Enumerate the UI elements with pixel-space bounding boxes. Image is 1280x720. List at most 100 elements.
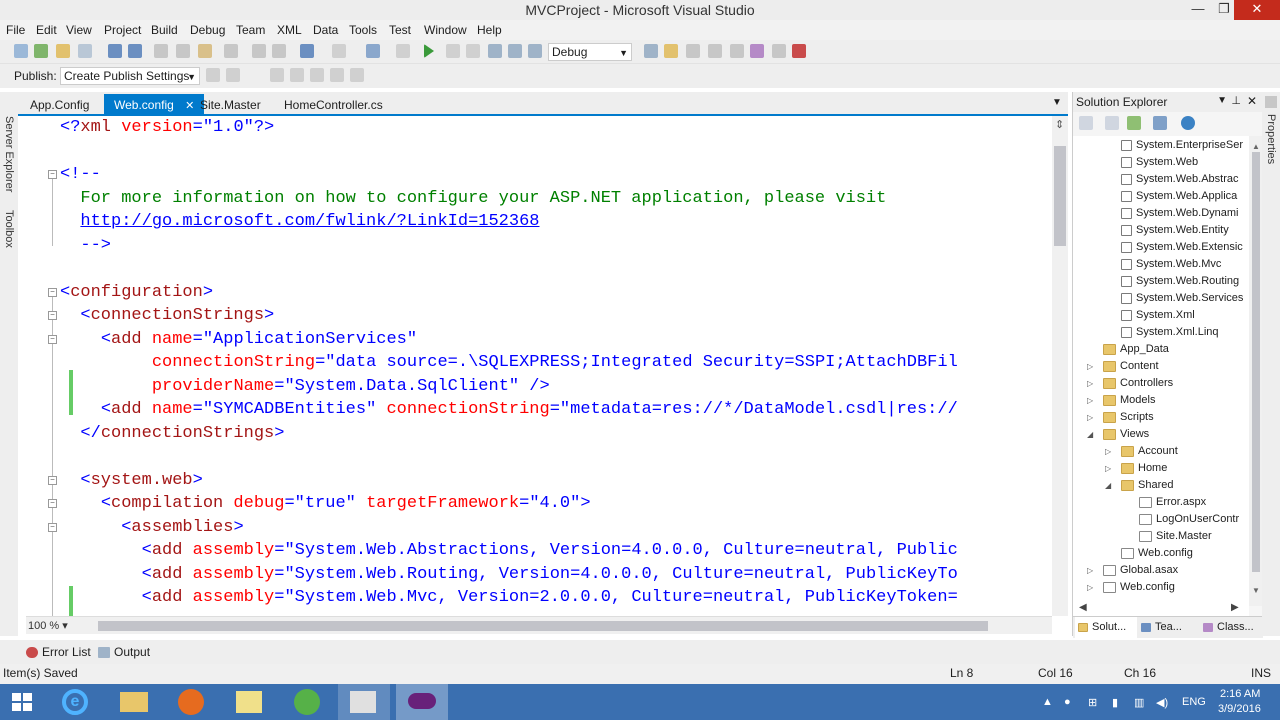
server-explorer-tab[interactable]: Server Explorer <box>3 116 15 192</box>
battery-icon[interactable]: ▮ <box>1112 696 1118 709</box>
menu-xml[interactable]: XML <box>277 23 302 37</box>
expand-arrow-icon[interactable]: ▷ <box>1087 566 1093 575</box>
tree-item[interactable]: App_Data <box>1103 341 1169 358</box>
tab-team-explorer[interactable]: Tea... <box>1141 621 1182 633</box>
expand-arrow-icon[interactable]: ▷ <box>1087 362 1093 371</box>
internet-explorer-task[interactable]: e <box>50 684 102 720</box>
tab-class-view[interactable]: Class... <box>1203 621 1254 633</box>
firefox-task[interactable] <box>166 684 218 720</box>
open-file-icon[interactable] <box>56 44 70 58</box>
menu-test[interactable]: Test <box>389 23 411 37</box>
redo-icon[interactable] <box>332 44 346 58</box>
tree-item[interactable]: System.Xml.Linq <box>1121 324 1219 341</box>
collapse-arrow-icon[interactable]: ◢ <box>1087 430 1093 439</box>
scrollbar-thumb[interactable] <box>1054 146 1066 246</box>
tree-item[interactable]: Account <box>1121 443 1178 460</box>
tree-item[interactable]: System.Xml <box>1121 307 1195 324</box>
tree-item[interactable]: System.EnterpriseSer <box>1121 137 1243 154</box>
web-configuration-icon[interactable] <box>1181 116 1195 130</box>
close-icon[interactable]: ✕ <box>1247 94 1257 108</box>
navigate-forward-icon[interactable] <box>396 44 410 58</box>
fold-toggle-icon[interactable]: − <box>48 522 57 532</box>
fold-toggle-icon[interactable]: − <box>48 475 57 485</box>
undo-icon[interactable] <box>300 44 314 58</box>
scrollbar-thumb[interactable] <box>1252 152 1260 572</box>
menu-team[interactable]: Team <box>236 23 265 37</box>
expand-arrow-icon[interactable]: ▷ <box>1087 379 1093 388</box>
tab-home-controller[interactable]: HomeController.cs <box>274 96 393 116</box>
menu-view[interactable]: View <box>66 23 92 37</box>
menu-file[interactable]: File <box>6 23 25 37</box>
tree-item[interactable]: Scripts <box>1103 409 1154 426</box>
expand-arrow-icon[interactable]: ▷ <box>1087 396 1093 405</box>
menu-edit[interactable]: Edit <box>36 23 57 37</box>
find-icon[interactable] <box>224 44 238 58</box>
tree-item[interactable]: System.Web <box>1121 154 1198 171</box>
collapse-arrow-icon[interactable]: ◢ <box>1105 481 1111 490</box>
solution-config-combo[interactable]: Debug ▼ <box>548 43 632 61</box>
publish-settings-combo[interactable]: Create Publish Settings ▼ <box>60 67 200 85</box>
fold-toggle-icon[interactable]: − <box>48 287 57 297</box>
editor-vertical-scrollbar[interactable]: ⇕ <box>1052 116 1068 616</box>
comment-icon[interactable] <box>252 44 266 58</box>
tab-site-master[interactable]: Site.Master <box>190 96 271 116</box>
scroll-right-icon[interactable]: ▶ <box>1231 602 1239 613</box>
extension-manager-icon[interactable] <box>750 44 764 58</box>
show-all-files-icon[interactable] <box>1105 116 1119 130</box>
tab-app-config[interactable]: App.Config <box>20 96 99 116</box>
fold-toggle-icon[interactable]: − <box>48 311 57 320</box>
input-language[interactable]: ENG <box>1182 696 1206 708</box>
publish-cancel-icon[interactable] <box>226 68 240 82</box>
open-folder-icon[interactable] <box>78 44 92 58</box>
step-icon[interactable] <box>488 44 502 58</box>
start-page-icon[interactable] <box>772 44 786 58</box>
fold-toggle-icon[interactable]: − <box>48 334 57 344</box>
menu-data[interactable]: Data <box>313 23 338 37</box>
editor-horizontal-scrollbar[interactable] <box>26 616 1052 634</box>
tree-item[interactable]: System.Web.Routing <box>1121 273 1239 290</box>
tree-item[interactable]: System.Web.Dynami <box>1121 205 1239 222</box>
tab-output[interactable]: Output <box>98 645 150 659</box>
tree-item[interactable]: Content <box>1103 358 1159 375</box>
start-button[interactable] <box>0 684 44 720</box>
tree-item[interactable]: LogOnUserContr <box>1139 511 1239 528</box>
copy-icon[interactable] <box>176 44 190 58</box>
tree-item[interactable]: System.Web.Applica <box>1121 188 1237 205</box>
sum-icon[interactable] <box>270 68 284 82</box>
view-class-diagram-icon[interactable] <box>1153 116 1167 130</box>
new-project-icon[interactable] <box>14 44 28 58</box>
media-task[interactable] <box>338 684 390 720</box>
publish-web-icon[interactable] <box>206 68 220 82</box>
clock-date[interactable]: 3/9/2016 <box>1218 703 1261 715</box>
zoom-level[interactable]: 100 % ▾ <box>28 619 84 633</box>
dropdown-icon[interactable]: ▼ <box>1217 95 1227 106</box>
tree-item[interactable]: System.Web.Mvc <box>1121 256 1221 273</box>
menu-help[interactable]: Help <box>477 23 502 37</box>
solution-explorer-icon[interactable] <box>664 44 678 58</box>
tree-item[interactable]: Error.aspx <box>1139 494 1206 511</box>
paste-icon[interactable] <box>198 44 212 58</box>
start-debug-icon[interactable] <box>424 44 434 58</box>
tree-item[interactable]: Controllers <box>1103 375 1173 392</box>
menu-window[interactable]: Window <box>424 23 467 37</box>
notes-task[interactable] <box>224 684 276 720</box>
properties-icon[interactable] <box>1265 96 1277 108</box>
step-out-icon[interactable] <box>528 44 542 58</box>
tree-item[interactable]: System.Web.Extensic <box>1121 239 1243 256</box>
split-icon[interactable]: ⇕ <box>1055 118 1064 131</box>
tree-item[interactable]: System.Web.Services <box>1121 290 1243 307</box>
cut-icon[interactable] <box>154 44 168 58</box>
format-icon[interactable] <box>310 68 324 82</box>
visual-studio-task[interactable] <box>396 684 448 720</box>
tray-app-icon[interactable]: ● <box>1064 696 1071 708</box>
step-over-icon[interactable] <box>508 44 522 58</box>
navigate-back-icon[interactable] <box>366 44 380 58</box>
tab-list-dropdown-icon[interactable]: ▼ <box>1052 97 1062 108</box>
scroll-left-icon[interactable]: ◀ <box>1079 602 1087 613</box>
stop-icon[interactable] <box>466 44 480 58</box>
table-icon[interactable] <box>330 68 344 82</box>
tree-item[interactable]: Shared <box>1121 477 1173 494</box>
tree-item[interactable]: System.Web.Entity <box>1121 222 1229 239</box>
toolbox-tab[interactable]: Toolbox <box>3 210 15 248</box>
columns-icon[interactable] <box>350 68 364 82</box>
